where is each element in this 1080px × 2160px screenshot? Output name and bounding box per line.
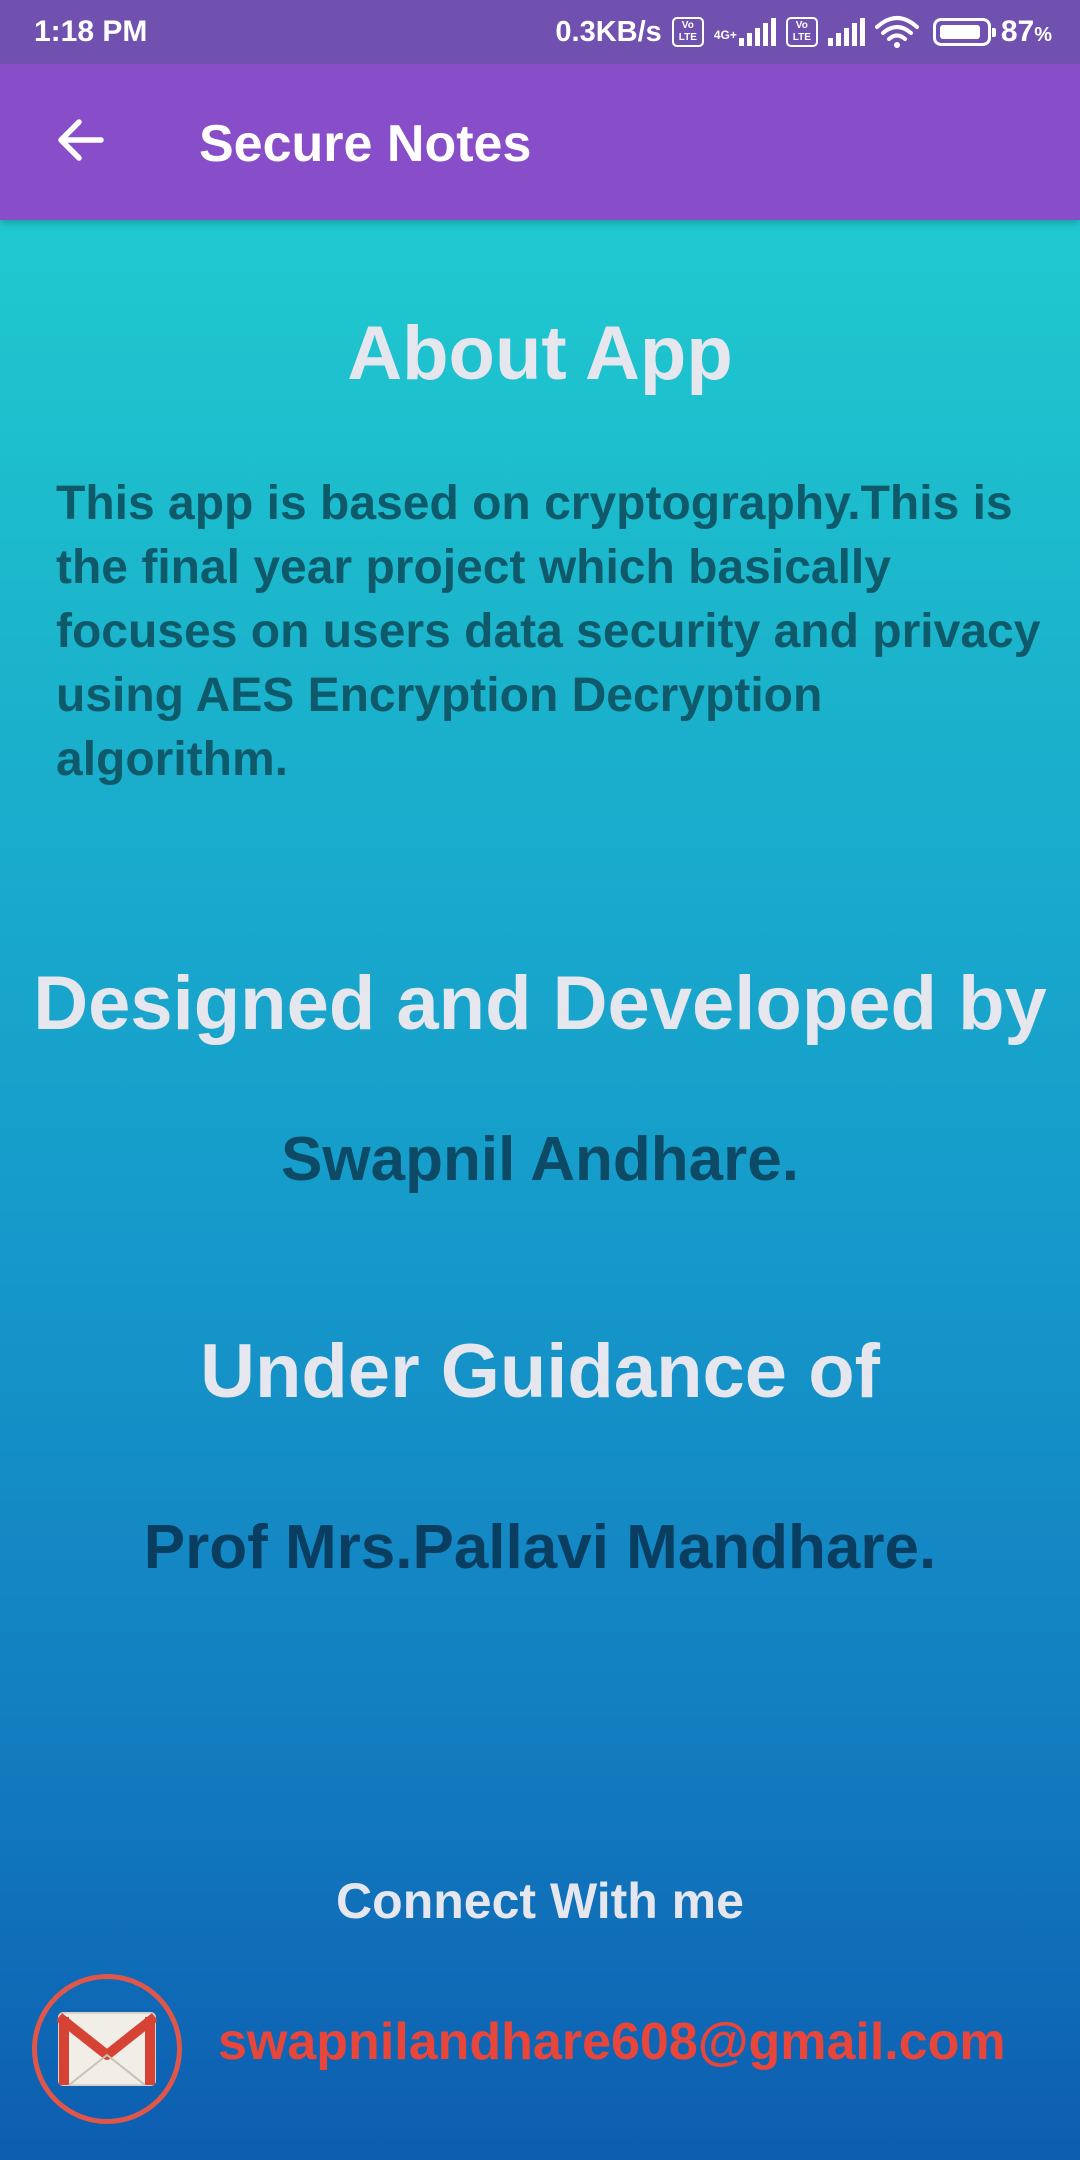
app-title: Secure Notes [199, 115, 532, 173]
guide-name: Prof Mrs.Pallavi Mandhare. [143, 1513, 937, 1582]
about-title: About App [347, 311, 733, 396]
about-screen: 1:18 PM 0.3KB/s Vo LTE 4G+ Vo LTE 87% Se… [0, 0, 1080, 2160]
wifi-icon [874, 16, 919, 48]
battery-percent: 87% [1000, 15, 1052, 48]
gmail-envelope-icon [57, 2012, 157, 2086]
arrow-back-icon [58, 119, 104, 161]
about-description: This app is based on cryptography.This i… [56, 477, 1041, 786]
status-time: 1:18 PM [34, 15, 148, 48]
back-button[interactable] [48, 108, 112, 172]
developer-name: Swapnil Andhare. [281, 1125, 799, 1194]
app-bar: Secure Notes [0, 64, 1080, 220]
network-speed: 0.3KB/s [555, 15, 662, 48]
guidance-title: Under Guidance of [200, 1329, 880, 1414]
connect-title: Connect With me [336, 1873, 744, 1929]
battery-icon [932, 18, 996, 46]
status-indicators: 0.3KB/s Vo LTE 4G+ Vo LTE 87% [555, 15, 1052, 49]
volte-icon: Vo LTE [671, 17, 704, 47]
email-link[interactable]: swapnilandhare608@gmail.com [218, 2012, 1006, 2072]
volte-icon-2: Vo LTE [785, 17, 818, 47]
network-type-label: 4G+ [713, 28, 737, 42]
signal-strength-icon [738, 18, 776, 46]
status-bar: 1:18 PM 0.3KB/s Vo LTE 4G+ Vo LTE 87% [0, 0, 1080, 64]
designed-by-title: Designed and Developed by [33, 961, 1047, 1046]
signal-strength-icon-2 [827, 18, 865, 46]
gmail-icon[interactable] [32, 1974, 182, 2124]
